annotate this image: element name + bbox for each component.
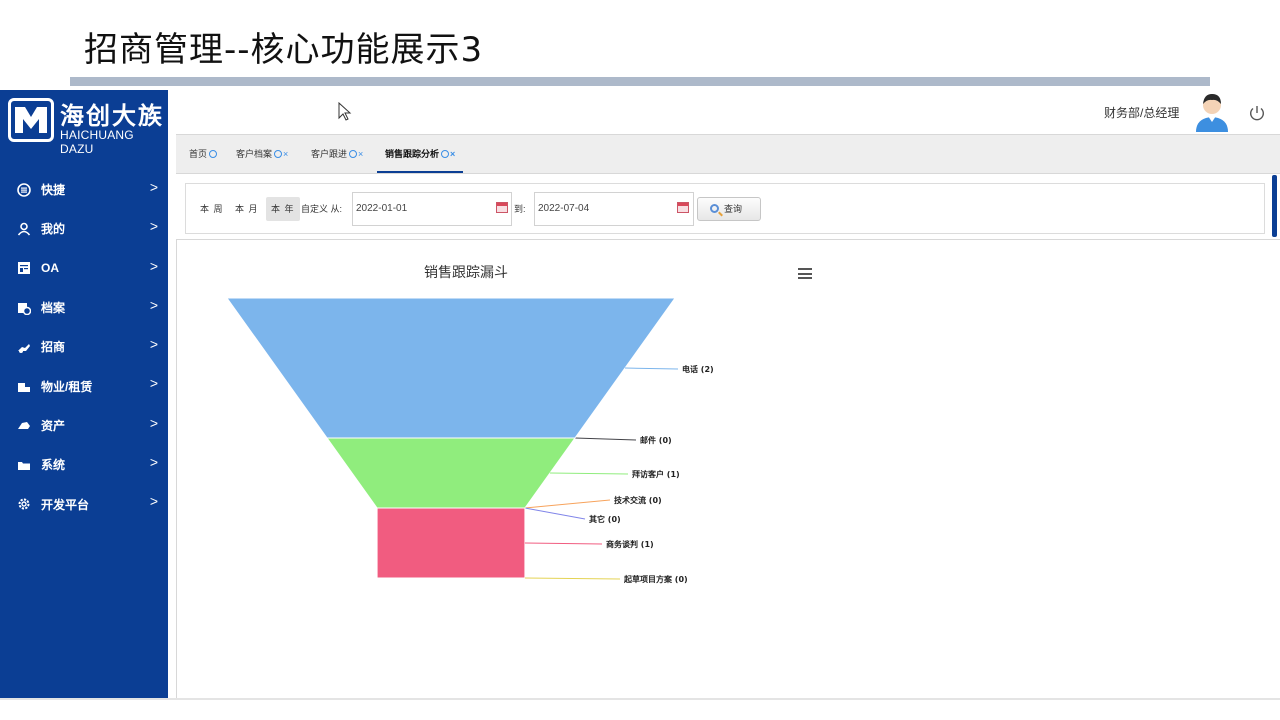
funnel-segment[interactable]	[226, 297, 676, 439]
funnel-label: 商务谈判 (1)	[606, 539, 654, 549]
funnel-connector	[524, 542, 603, 545]
funnel-label: 电话 (2)	[682, 364, 714, 374]
funnel-label: 拜访客户 (1)	[632, 469, 680, 479]
funnel-connector	[524, 577, 621, 580]
funnel-segment[interactable]	[376, 507, 526, 579]
funnel-connector	[524, 499, 611, 509]
funnel-segment[interactable]	[326, 437, 576, 509]
funnel-connector	[524, 507, 586, 520]
funnel-label: 技术交流 (0)	[614, 495, 662, 505]
slide: 招商管理--核心功能展示3 海创大族 HAICHUANG DAZU 快捷 > 我…	[0, 0, 1280, 720]
funnel-label: 其它 (0)	[589, 514, 621, 524]
funnel-connector	[574, 437, 637, 441]
funnel-label: 邮件 (0)	[640, 435, 672, 445]
funnel-chart: 电话 (2) 邮件 (0) 拜访客户 (1) 技术交流 (0) 其它 (0) 商务谈判 (…	[226, 297, 714, 584]
funnel-connector	[624, 367, 679, 370]
funnel-label: 起草项目方案 (0)	[623, 574, 688, 584]
bottom-border	[0, 698, 1280, 700]
funnel-connector	[549, 472, 629, 475]
